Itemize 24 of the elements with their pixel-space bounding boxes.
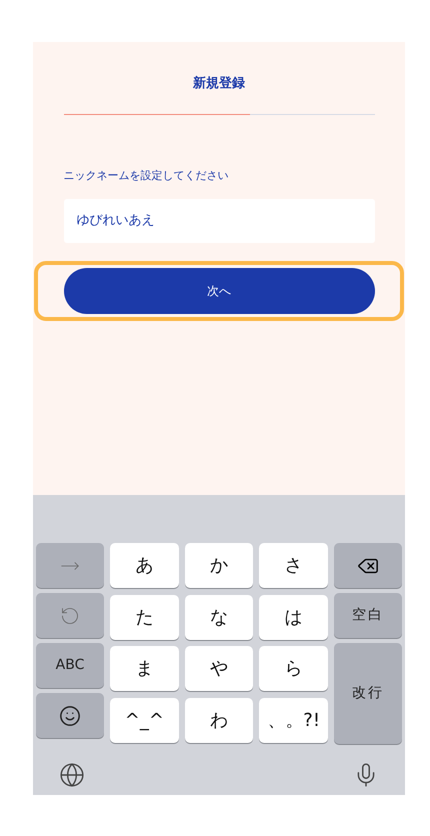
undo-icon xyxy=(60,606,80,626)
kana-key[interactable]: わ xyxy=(184,698,254,742)
kana-key[interactable]: は xyxy=(259,594,328,640)
abc-key[interactable]: ABC xyxy=(36,643,104,688)
kana-key[interactable]: ら xyxy=(259,646,328,691)
kana-key[interactable]: さ xyxy=(259,543,328,588)
kana-key[interactable]: た xyxy=(110,594,179,640)
kana-key[interactable]: あ xyxy=(110,543,179,588)
emoji-key[interactable] xyxy=(36,693,104,738)
smiley-icon xyxy=(59,704,81,726)
kana-key[interactable]: 、。?! xyxy=(259,698,328,742)
delete-key[interactable] xyxy=(334,543,402,588)
kana-key[interactable]: ま xyxy=(110,646,179,691)
kana-key[interactable]: な xyxy=(184,594,254,640)
page-title: 新規登録 xyxy=(193,74,245,93)
nickname-label: ニックネームを設定してください xyxy=(64,168,230,184)
next-button[interactable]: 次へ xyxy=(64,268,374,314)
key[interactable]: 改行 xyxy=(334,643,402,744)
kana-key[interactable]: ^_^ xyxy=(110,698,179,742)
kana-key[interactable]: や xyxy=(184,646,254,691)
kana-key[interactable]: か xyxy=(184,543,254,588)
globe-icon[interactable] xyxy=(59,762,85,788)
nickname-field[interactable]: ゆびれいあえ xyxy=(64,199,374,243)
key[interactable]: 空白 xyxy=(334,593,402,638)
